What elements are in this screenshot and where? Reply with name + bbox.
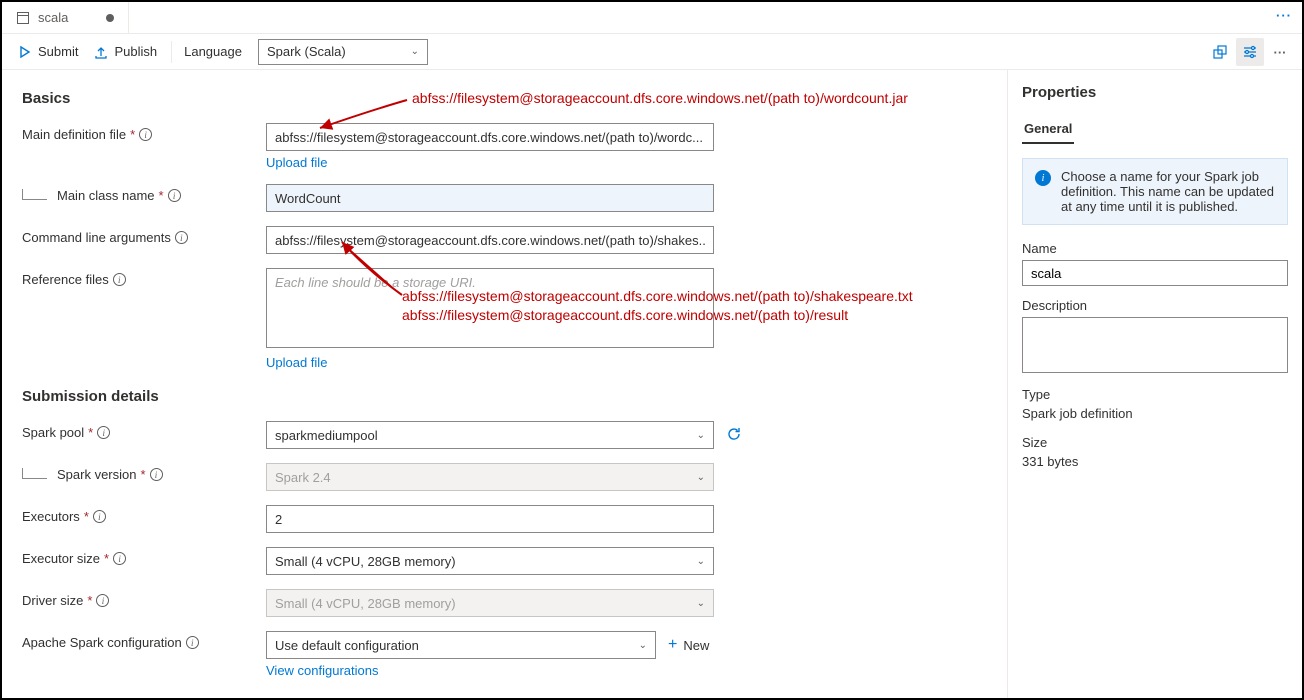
refresh-button[interactable]: [726, 426, 742, 445]
type-label: Type: [1022, 387, 1288, 402]
info-icon[interactable]: i: [186, 636, 199, 649]
info-icon[interactable]: i: [168, 189, 181, 202]
new-config-button[interactable]: + New: [668, 631, 709, 659]
upload-ref-link[interactable]: Upload file: [266, 355, 714, 370]
name-input[interactable]: [1022, 260, 1288, 286]
size-label: Size: [1022, 435, 1288, 450]
spark-pool-select[interactable]: sparkmediumpool⌄: [266, 421, 714, 449]
separator: [171, 41, 172, 63]
more-button[interactable]: ···: [1266, 38, 1294, 66]
submission-heading: Submission details: [22, 388, 987, 405]
executors-input[interactable]: [266, 505, 714, 533]
submit-button[interactable]: Submit: [10, 40, 86, 63]
tab-scala[interactable]: scala: [2, 2, 129, 33]
refresh-icon: [726, 426, 742, 442]
reference-files-input[interactable]: [266, 268, 714, 348]
language-label: Language: [178, 44, 248, 59]
play-icon: [18, 45, 32, 59]
info-icon[interactable]: i: [96, 594, 109, 607]
description-input[interactable]: [1022, 317, 1288, 373]
info-icon[interactable]: i: [93, 510, 106, 523]
toolbar: Submit Publish Language Spark (Scala) ⌄ …: [2, 34, 1302, 70]
info-icon[interactable]: i: [150, 468, 163, 481]
chevron-down-icon: ⌄: [697, 556, 705, 567]
driver-size-select: Small (4 vCPU, 28GB memory)⌄: [266, 589, 714, 617]
info-icon[interactable]: i: [175, 231, 188, 244]
info-icon[interactable]: i: [97, 426, 110, 439]
file-icon: [16, 11, 30, 25]
type-value: Spark job definition: [1022, 406, 1288, 421]
chevron-down-icon: ⌄: [639, 640, 647, 651]
tab-overflow-button[interactable]: ···: [1276, 8, 1292, 23]
related-button[interactable]: [1206, 38, 1234, 66]
size-value: 331 bytes: [1022, 454, 1288, 469]
info-callout: i Choose a name for your Spark job defin…: [1022, 158, 1288, 225]
info-icon: i: [1035, 170, 1051, 186]
tab-label: scala: [38, 10, 68, 25]
related-icon: [1212, 44, 1228, 60]
properties-pane: Properties General i Choose a name for y…: [1007, 70, 1302, 698]
cli-args-input[interactable]: [266, 226, 714, 254]
settings-icon: [1242, 44, 1258, 60]
info-icon[interactable]: i: [139, 128, 152, 141]
view-config-link[interactable]: View configurations: [266, 663, 656, 678]
description-label: Description: [1022, 298, 1288, 313]
chevron-down-icon: ⌄: [697, 472, 705, 483]
publish-button[interactable]: Publish: [86, 40, 165, 63]
properties-heading: Properties: [1022, 84, 1288, 101]
executor-size-select[interactable]: Small (4 vCPU, 28GB memory)⌄: [266, 547, 714, 575]
upload-main-link[interactable]: Upload file: [266, 155, 714, 170]
chevron-down-icon: ⌄: [697, 430, 705, 441]
info-icon[interactable]: i: [113, 552, 126, 565]
name-label: Name: [1022, 241, 1288, 256]
main-definition-input[interactable]: [266, 123, 714, 151]
tab-general[interactable]: General: [1022, 115, 1074, 144]
basics-heading: Basics: [22, 90, 987, 107]
unsaved-indicator-icon: [106, 14, 114, 22]
spark-config-select[interactable]: Use default configuration⌄: [266, 631, 656, 659]
publish-icon: [94, 45, 108, 59]
main-class-input[interactable]: [266, 184, 714, 212]
info-icon[interactable]: i: [113, 273, 126, 286]
spark-version-select: Spark 2.4⌄: [266, 463, 714, 491]
plus-icon: +: [668, 636, 677, 654]
language-select[interactable]: Spark (Scala) ⌄: [258, 39, 428, 65]
chevron-down-icon: ⌄: [411, 46, 419, 57]
settings-button[interactable]: [1236, 38, 1264, 66]
main-form: abfss://filesystem@storageaccount.dfs.co…: [2, 70, 1007, 698]
chevron-down-icon: ⌄: [697, 598, 705, 609]
tab-bar: scala ···: [2, 2, 1302, 34]
